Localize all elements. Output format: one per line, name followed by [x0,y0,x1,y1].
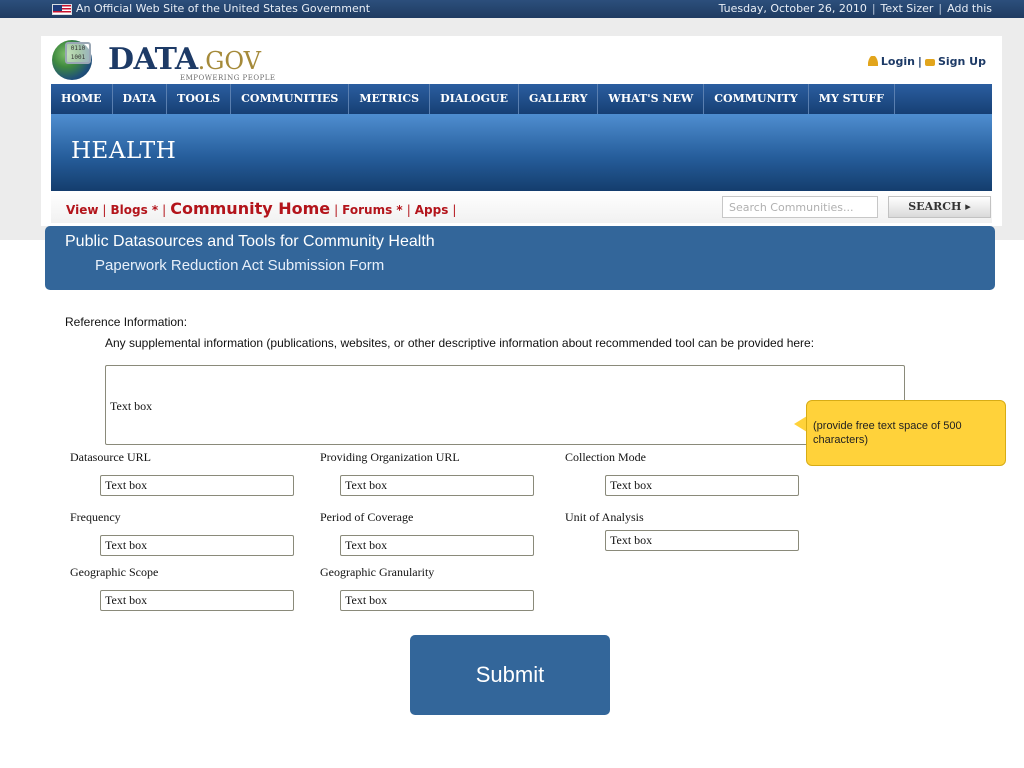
providing-organization-url-label: Providing Organization URL [320,450,460,464]
nav-my-stuff[interactable]: MY STUFF [809,84,895,114]
login-link[interactable]: Login [881,55,915,68]
page-title: Public Datasources and Tools for Communi… [65,233,435,250]
search-button[interactable]: SEARCH ▸ [888,196,991,218]
nav-communities[interactable]: COMMUNITIES [231,84,350,114]
nav-home[interactable]: HOME [51,84,113,114]
geographic-granularity-field[interactable]: Text box [340,590,534,611]
nav-metrics[interactable]: METRICS [349,84,431,114]
nav-dialogue[interactable]: DIALOGUE [430,84,519,114]
page-subtitle: Paperwork Reduction Act Submission Form [95,257,385,274]
subnav-community-home[interactable]: Community Home [170,199,330,218]
globe-icon: 0110 1001 [52,40,92,80]
subnav-view[interactable]: View [66,203,98,217]
community-title: HEALTH [71,138,177,164]
logo-wordmark: DATA.GOV [108,42,262,77]
unit-of-analysis-field[interactable]: Text box [605,530,799,551]
period-of-coverage-field[interactable]: Text box [340,535,534,556]
reference-textarea-value: Text box [110,399,153,413]
reference-textarea[interactable]: Text box [105,365,905,445]
geographic-scope-field[interactable]: Text box [100,590,294,611]
collection-mode-field[interactable]: Text box [605,475,799,496]
reference-help-text: Any supplemental information (publicatio… [105,336,815,350]
nav-gallery[interactable]: GALLERY [519,84,599,114]
providing-organization-url-field[interactable]: Text box [340,475,534,496]
form-header-panel: Public Datasources and Tools for Communi… [45,226,995,290]
community-banner: HEALTH [51,114,992,191]
datasource-url-label: Datasource URL [70,450,151,464]
lock-icon [924,59,935,66]
subnav-apps[interactable]: Apps [415,203,449,217]
callout-note: (provide free text space of 500 characte… [806,400,1006,466]
nav-tools[interactable]: TOOLS [167,84,232,114]
subnav-links: View | Blogs * | Community Home | Forums * | App… [66,199,457,218]
data-gov-logo[interactable]: 0110 1001 DATA.GOV EMPOWERING PEOPLE [52,40,292,84]
main-nav: HOME DATA TOOLS COMMUNITIES METRICS DIAL… [51,84,992,114]
collection-mode-label: Collection Mode [565,450,646,464]
user-icon [867,56,878,66]
top-utility-links: Tuesday, October 26, 2010 | Text Sizer | Add… [718,2,992,15]
callout-note-text: (provide free text space of 500 characte… [813,420,962,446]
text-sizer-link[interactable]: Text Sizer [881,2,934,15]
geographic-granularity-label: Geographic Granularity [320,565,435,579]
subnav-forums[interactable]: Forums * [342,203,403,217]
search-input[interactable] [722,196,878,218]
add-this-link[interactable]: Add this [947,2,992,15]
nav-community[interactable]: COMMUNITY [704,84,809,114]
frequency-field[interactable]: Text box [100,535,294,556]
nav-data[interactable]: DATA [113,84,168,114]
us-flag-icon [52,4,72,15]
geographic-scope-label: Geographic Scope [70,565,159,579]
nav-whats-new[interactable]: WHAT'S NEW [598,84,705,114]
current-date: Tuesday, October 26, 2010 [718,2,867,15]
datasource-url-field[interactable]: Text box [100,475,294,496]
subnav-blogs[interactable]: Blogs * [110,203,158,217]
unit-of-analysis-label: Unit of Analysis [565,510,644,524]
government-bar: An Official Web Site of the United State… [0,0,1024,18]
community-subnav: View | Blogs * | Community Home | Forums * | App… [51,191,992,223]
reference-label: Reference Information: [65,315,188,329]
auth-links: Login | Sign Up [867,55,986,68]
frequency-label: Frequency [70,510,121,524]
binary-badge: 0110 1001 [65,42,91,64]
submit-button[interactable]: Submit [410,635,610,715]
period-of-coverage-label: Period of Coverage [320,510,414,524]
signup-link[interactable]: Sign Up [938,55,986,68]
logo-tagline: EMPOWERING PEOPLE [180,74,276,82]
official-site-text: An Official Web Site of the United State… [76,2,371,15]
